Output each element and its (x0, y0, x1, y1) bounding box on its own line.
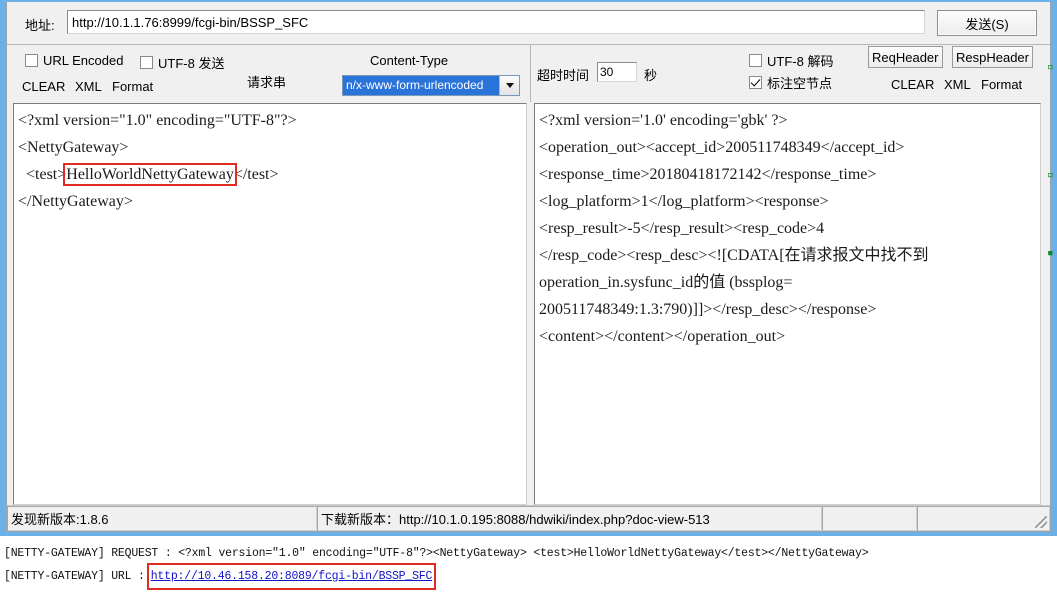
application-window: 地址: 发送(S) URL Encoded UTF-8 发送 CLEAR XML… (0, 0, 1057, 536)
console-request-body: <?xml version="1.0" encoding="UTF-8"?><N… (178, 547, 869, 560)
console-url-prefix: [NETTY-GATEWAY] URL : (4, 570, 145, 583)
url-encoded-checkbox[interactable]: URL Encoded (25, 53, 123, 68)
checkbox-box (749, 54, 762, 67)
window-client-area: 地址: 发送(S) URL Encoded UTF-8 发送 CLEAR XML… (6, 2, 1051, 532)
request-line-3-prefix: <test> (18, 166, 67, 183)
request-xml-button[interactable]: XML (75, 79, 102, 94)
response-xml-button[interactable]: XML (944, 77, 971, 92)
timeout-input[interactable] (597, 62, 637, 82)
request-line-3-suffix: </test> (233, 166, 279, 183)
console-line-url: [NETTY-GATEWAY] URL : http://10.46.158.20… (4, 563, 1053, 590)
console-url-link[interactable]: http://10.46.158.20:8089/fcgi-bin/BSSP_S… (151, 570, 433, 583)
request-highlighted-value: HelloWorldNettyGateway (63, 163, 237, 186)
status-cell-4 (917, 506, 1050, 531)
address-input[interactable] (67, 10, 925, 34)
console-output: [NETTY-GATEWAY] REQUEST : <?xml version=… (0, 536, 1057, 596)
response-xml-content: <?xml version='1.0' encoding='gbk' ?> <o… (539, 112, 929, 345)
response-pane: <?xml version='1.0' encoding='gbk' ?> <o… (534, 103, 1041, 505)
resp-header-button[interactable]: RespHeader (952, 46, 1033, 68)
content-type-value: n/x-www-form-urlencoded (343, 76, 499, 95)
frame-marker-icon-2: ▫ (1047, 168, 1054, 181)
checkbox-box (25, 54, 38, 67)
request-line-2: <NettyGateway> (18, 139, 129, 156)
request-line-1: <?xml version="1.0" encoding="UTF-8"?> (18, 112, 297, 129)
mark-empty-node-label: 标注空节点 (767, 76, 833, 91)
status-cell-3 (822, 506, 917, 531)
send-button[interactable]: 发送(S) (937, 10, 1037, 36)
utf8-decode-label: UTF-8 解码 (767, 54, 834, 69)
content-type-select[interactable]: n/x-www-form-urlencoded (342, 75, 520, 96)
response-textarea[interactable]: <?xml version='1.0' encoding='gbk' ?> <o… (534, 103, 1041, 505)
utf8-send-checkbox[interactable]: UTF-8 发送 (140, 53, 224, 72)
req-header-button[interactable]: ReqHeader (868, 46, 943, 68)
content-type-label: Content-Type (370, 53, 449, 68)
address-label: 地址: (25, 18, 55, 33)
timeout-label: 超时时间 (537, 68, 590, 83)
request-xml-content: <?xml version="1.0" encoding="UTF-8"?> <… (14, 104, 526, 215)
request-pane: <?xml version="1.0" encoding="UTF-8"?> <… (13, 103, 527, 505)
request-options-panel: URL Encoded UTF-8 发送 CLEAR XML Format 请求… (7, 45, 531, 102)
status-download-link[interactable]: 下载新版本：http://10.1.0.195:8088/hdwiki/inde… (317, 506, 822, 531)
mark-empty-node-checkbox[interactable]: 标注空节点 (749, 73, 832, 92)
checkbox-box (140, 56, 153, 69)
resize-grip-icon[interactable] (1035, 516, 1047, 528)
console-url-highlight: http://10.46.158.20:8089/fcgi-bin/BSSP_S… (146, 563, 437, 590)
chevron-down-icon[interactable] (499, 76, 519, 95)
address-bar: 地址: 发送(S) (7, 2, 1050, 45)
editor-panes: <?xml version="1.0" encoding="UTF-8"?> <… (7, 103, 1050, 505)
options-bar: URL Encoded UTF-8 发送 CLEAR XML Format 请求… (7, 45, 1050, 102)
frame-marker-icon-3: ▪ (1047, 246, 1054, 259)
response-format-button[interactable]: Format (981, 77, 1022, 92)
frame-marker-icon-1: ▫ (1047, 60, 1054, 73)
url-encoded-label: URL Encoded (43, 53, 124, 68)
request-string-label: 请求串 (247, 75, 287, 90)
utf8-send-label: UTF-8 发送 (158, 56, 225, 71)
status-bar: 发现新版本:1.8.6 下载新版本：http://10.1.0.195:8088… (7, 505, 1050, 531)
request-format-button[interactable]: Format (112, 79, 153, 94)
request-clear-button[interactable]: CLEAR (22, 79, 65, 94)
timeout-unit-label: 秒 (644, 68, 658, 83)
console-line-request: [NETTY-GATEWAY] REQUEST : <?xml version=… (4, 542, 1053, 565)
checkbox-box (749, 76, 762, 89)
request-textarea[interactable]: <?xml version="1.0" encoding="UTF-8"?> <… (13, 103, 527, 505)
status-new-version: 发现新版本:1.8.6 (7, 506, 317, 531)
response-clear-button[interactable]: CLEAR (891, 77, 934, 92)
request-line-4: </NettyGateway> (18, 193, 133, 210)
utf8-decode-checkbox[interactable]: UTF-8 解码 (749, 51, 833, 70)
console-request-prefix: [NETTY-GATEWAY] REQUEST : (4, 547, 179, 560)
response-options-panel: 超时时间 秒 UTF-8 解码 标注空节点 ReqHeader RespHead… (531, 45, 1050, 102)
